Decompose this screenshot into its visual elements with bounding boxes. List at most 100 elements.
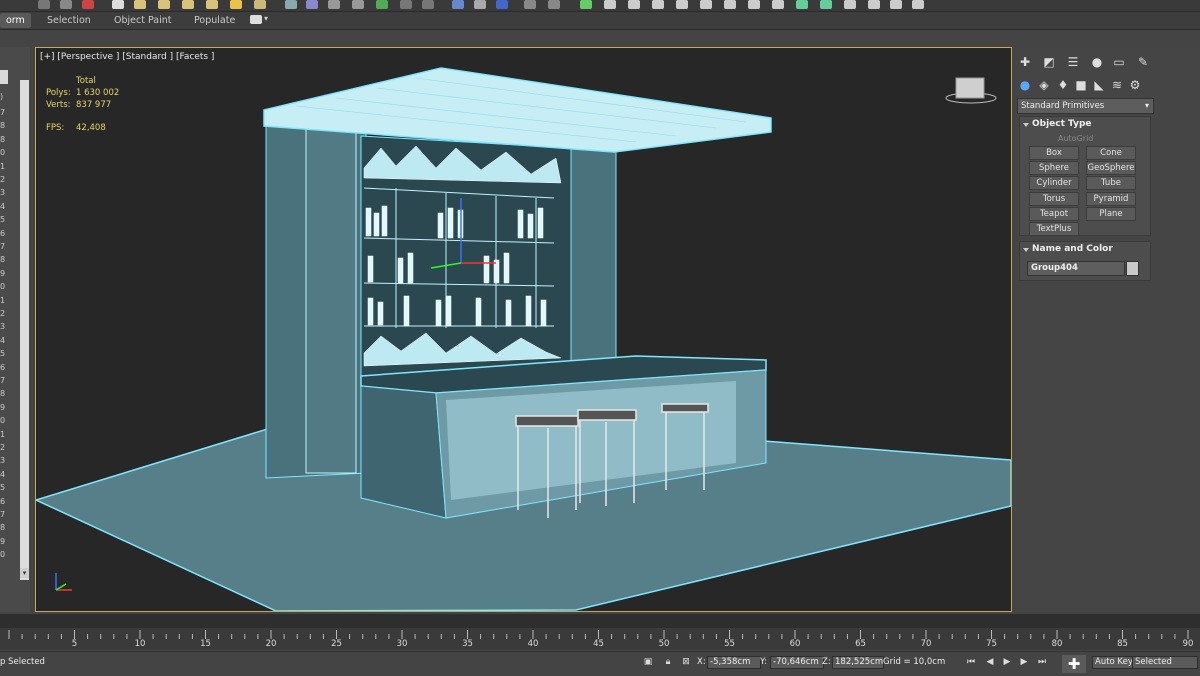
scene-explorer-row[interactable]: 7 <box>0 510 10 519</box>
toolbar-icon[interactable] <box>890 0 902 9</box>
object-name-field[interactable]: Group404 <box>1027 261 1125 276</box>
textplus-button[interactable]: TextPlus <box>1029 222 1079 236</box>
modify-tab-icon[interactable]: ◩ <box>1042 55 1056 69</box>
scene-explorer-row[interactable]: 9 <box>0 269 10 278</box>
toolbar-icon[interactable] <box>548 0 560 9</box>
toolbar-icon[interactable] <box>844 0 856 9</box>
scene-explorer-row[interactable]: 2 <box>0 443 10 452</box>
cylinder-button[interactable]: Cylinder <box>1029 176 1079 190</box>
scene-explorer-row[interactable]: 8 <box>0 121 10 130</box>
tab-selection[interactable]: Selection <box>41 13 97 28</box>
scene-explorer-row[interactable]: 3 <box>0 456 10 465</box>
toolbar-icon[interactable] <box>422 0 434 9</box>
toolbar-icon[interactable] <box>580 0 592 9</box>
scene-explorer-row[interactable]: 3 <box>0 322 10 331</box>
tab-object-paint[interactable]: Object Paint <box>108 13 177 28</box>
plane-button[interactable]: Plane <box>1086 207 1136 221</box>
toolbar-icon[interactable] <box>524 0 536 9</box>
toolbar-icon[interactable] <box>604 0 616 9</box>
scene-explorer-toggle[interactable] <box>0 70 8 84</box>
scene-explorer-row[interactable]: 0 <box>0 282 10 291</box>
z-coordinate-field[interactable]: 182,525cm <box>832 656 884 669</box>
absolute-mode-icon[interactable]: ⊠ <box>680 656 692 668</box>
toolbar-icon[interactable] <box>652 0 664 9</box>
selection-set-dropdown[interactable]: Selected <box>1132 656 1198 669</box>
toolbar-icon[interactable] <box>352 0 364 9</box>
scene-explorer-row[interactable]: 4 <box>0 470 10 479</box>
toolbar-icon[interactable] <box>772 0 784 9</box>
helpers-icon[interactable]: ◣ <box>1092 78 1106 92</box>
toolbar-icon[interactable] <box>206 0 218 9</box>
toolbar-icon[interactable] <box>158 0 170 9</box>
scene-explorer-row[interactable]: 7 <box>0 108 10 117</box>
scene-explorer-row[interactable]: 8 <box>0 389 10 398</box>
scene-explorer-row[interactable]: 3 <box>0 188 10 197</box>
perspective-viewport[interactable]: [+] [Perspective ] [Standard ] [Facets ]… <box>35 47 1012 612</box>
scene-explorer-row[interactable]: 6 <box>0 497 10 506</box>
chevron-down-icon[interactable]: ▾ <box>264 14 268 23</box>
scene-explorer-row[interactable]: 5 <box>0 215 10 224</box>
track-bar[interactable]: 5101520253035404550556065707580859095 <box>0 630 1200 650</box>
tube-button[interactable]: Tube <box>1086 176 1136 190</box>
scene-explorer-row[interactable]: 0 <box>0 550 10 559</box>
cone-button[interactable]: Cone <box>1086 146 1136 160</box>
chevron-down-icon[interactable]: ▾ <box>20 568 29 578</box>
toolbar-icon[interactable] <box>868 0 880 9</box>
toolbar-icon[interactable] <box>496 0 508 9</box>
toolbar-icon[interactable] <box>474 0 486 9</box>
auto-key-button[interactable]: Auto Key <box>1092 656 1134 669</box>
scene-explorer-row[interactable]: 0 <box>0 416 10 425</box>
name-and-color-title[interactable]: Name and Color <box>1020 242 1150 257</box>
scene-explorer-row[interactable]: 4 <box>0 202 10 211</box>
sphere-button[interactable]: Sphere <box>1029 161 1079 175</box>
go-to-end-icon[interactable]: ⏭ <box>1036 656 1048 668</box>
next-frame-icon[interactable]: ▶ <box>1018 656 1030 668</box>
scene-explorer-row[interactable]: 6 <box>0 363 10 372</box>
toolbar-icon[interactable] <box>912 0 924 9</box>
toolbar-icon[interactable] <box>820 0 832 9</box>
motion-tab-icon[interactable]: ● <box>1090 55 1104 69</box>
scene-explorer-row[interactable]: 5 <box>0 349 10 358</box>
toolbar-icon[interactable] <box>38 0 50 9</box>
utilities-tab-icon[interactable]: ✎ <box>1136 55 1150 69</box>
shapes-icon[interactable]: ◈ <box>1037 78 1051 92</box>
hierarchy-tab-icon[interactable]: ☰ <box>1066 55 1080 69</box>
toolbar-icon[interactable] <box>134 0 146 9</box>
lights-icon[interactable]: ♦ <box>1056 78 1070 92</box>
object-type-title[interactable]: Object Type <box>1020 117 1150 132</box>
toolbar-icon[interactable] <box>400 0 412 9</box>
scene-explorer-row[interactable]: 1 <box>0 430 10 439</box>
toolbar-icon[interactable] <box>796 0 808 9</box>
tab-populate[interactable]: Populate <box>188 13 241 28</box>
cameras-icon[interactable]: ■ <box>1074 78 1088 92</box>
pyramid-button[interactable]: Pyramid <box>1086 192 1136 206</box>
object-color-swatch[interactable] <box>1126 261 1139 276</box>
toolbar-icon[interactable] <box>306 0 318 9</box>
x-coordinate-field[interactable]: -5,358cm <box>707 656 761 669</box>
toolbar-icon[interactable] <box>628 0 640 9</box>
toolbar-icon[interactable] <box>328 0 340 9</box>
scene-explorer-row[interactable]: 6 <box>0 229 10 238</box>
scene-explorer-scrollbar[interactable] <box>20 80 29 580</box>
torus-button[interactable]: Torus <box>1029 192 1079 206</box>
toolbar-icon[interactable] <box>376 0 388 9</box>
toolbar-icon[interactable] <box>700 0 712 9</box>
toolbar-icon[interactable] <box>748 0 760 9</box>
isolate-selection-icon[interactable]: ▣ <box>642 656 654 668</box>
primitives-dropdown[interactable]: Standard Primitives ▾ <box>1017 98 1154 114</box>
geometry-icon[interactable]: ● <box>1018 78 1032 92</box>
scene-explorer-row[interactable]: 1 <box>0 296 10 305</box>
go-to-start-icon[interactable]: ⏮ <box>965 656 977 668</box>
tab-freeform[interactable]: orm <box>0 13 31 28</box>
systems-icon[interactable]: ⚙ <box>1128 78 1142 92</box>
autogrid-checkbox-label[interactable]: AutoGrid <box>1058 134 1093 143</box>
space-warps-icon[interactable]: ≋ <box>1110 78 1124 92</box>
scene-explorer-row[interactable]: 8 <box>0 523 10 532</box>
toolbar-icon[interactable] <box>82 0 94 9</box>
scene-explorer-row[interactable]: 9 <box>0 403 10 412</box>
scene-explorer-row[interactable]: 8 <box>0 135 10 144</box>
scene-explorer-row[interactable]: 8 <box>0 255 10 264</box>
toolbar-icon[interactable] <box>724 0 736 9</box>
display-tab-icon[interactable]: ▭ <box>1112 55 1126 69</box>
toolbar-icon[interactable] <box>112 0 124 9</box>
